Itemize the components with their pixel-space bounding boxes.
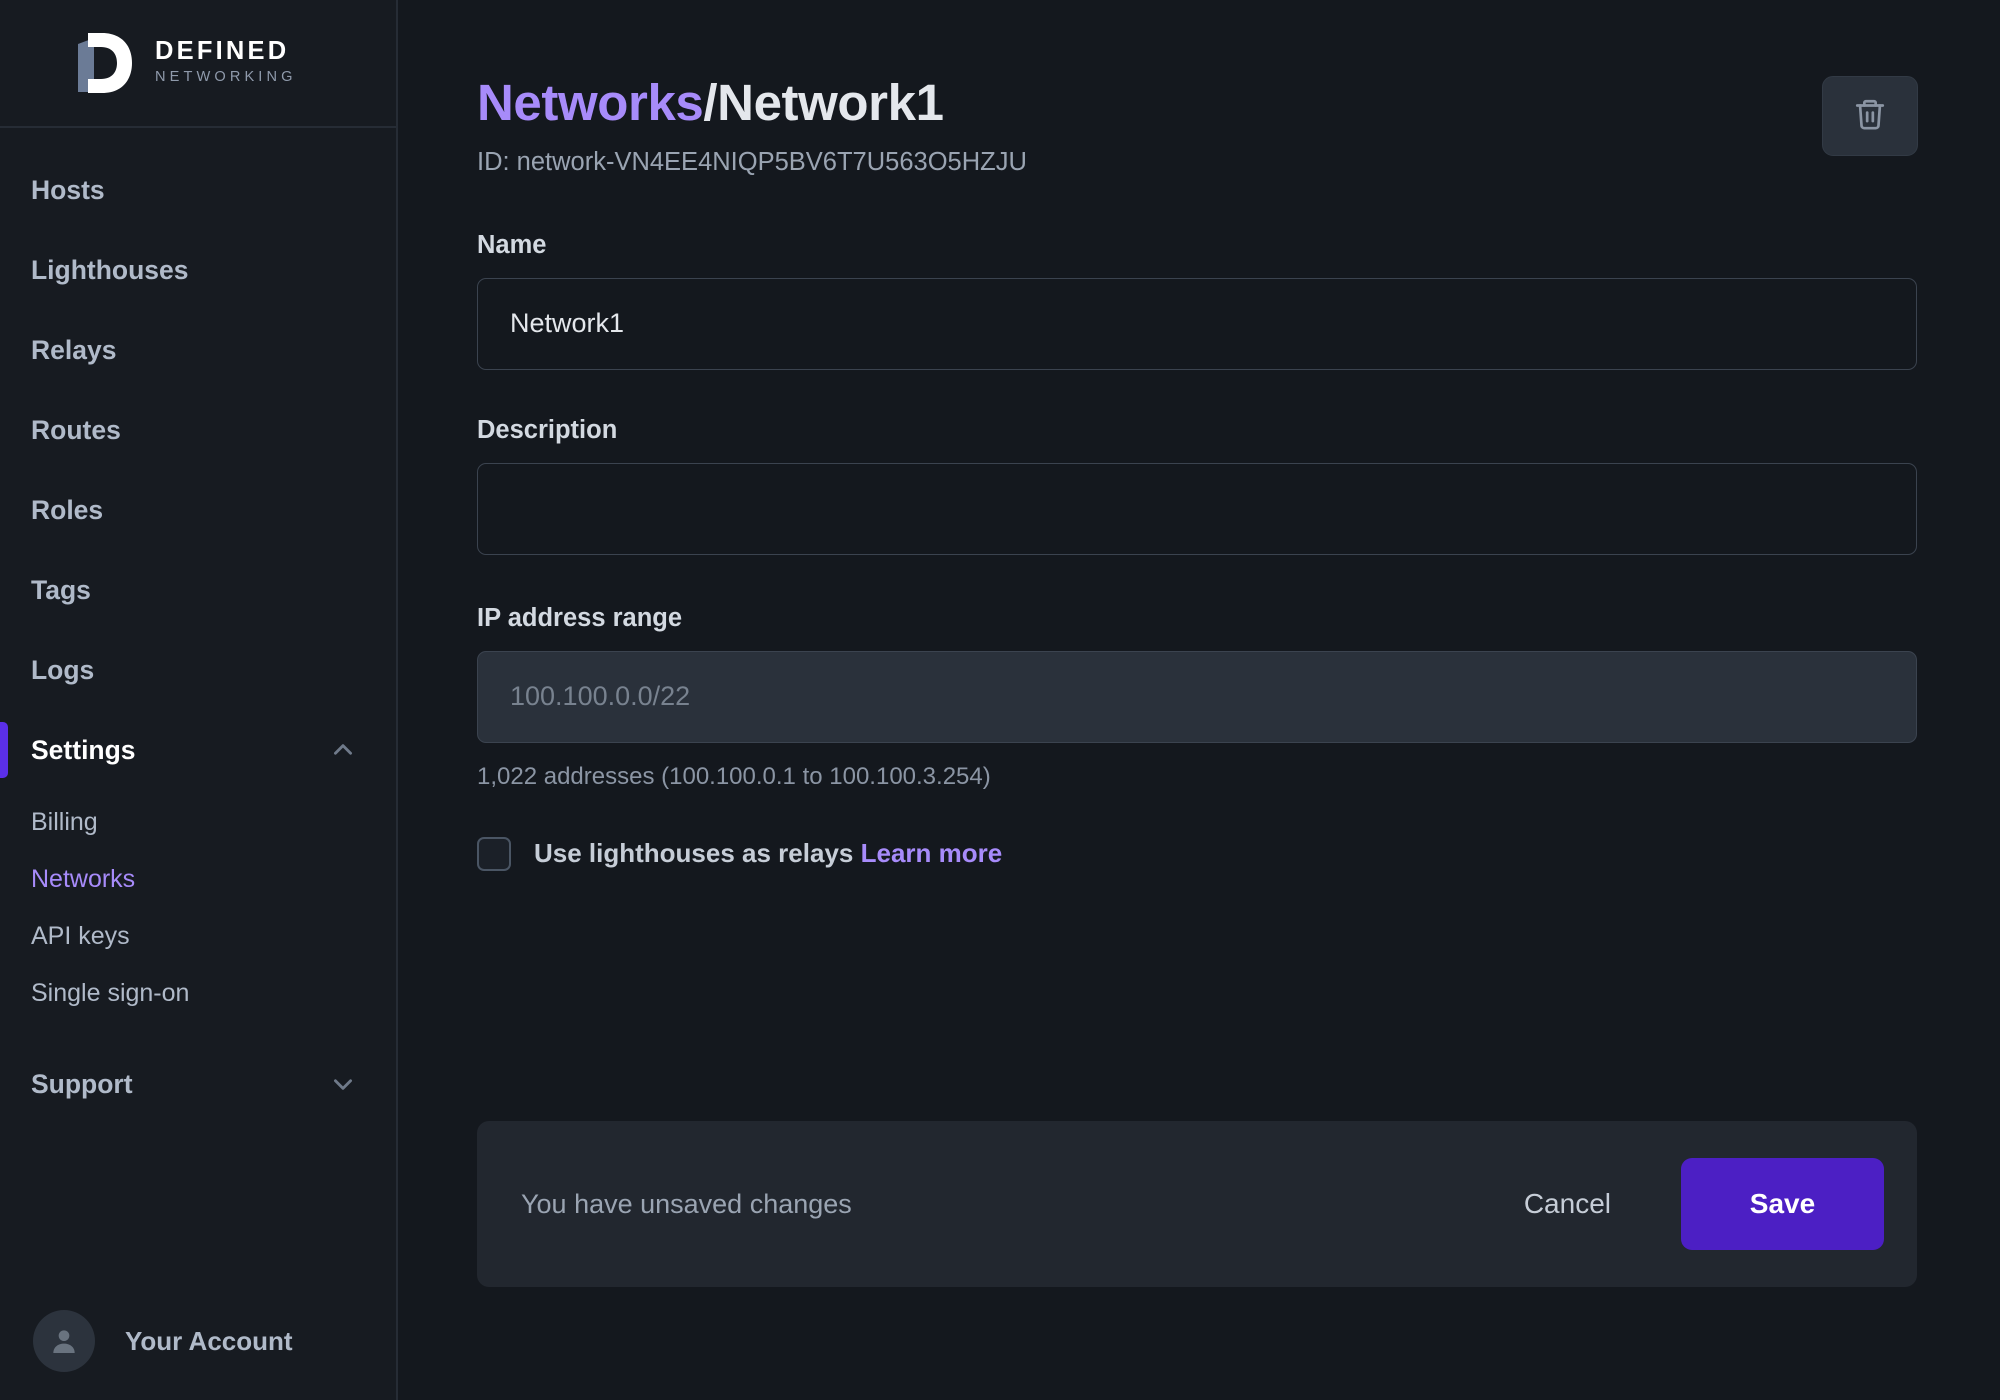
- sidebar-item-label: Lighthouses: [31, 254, 189, 285]
- sidebar-item-label: Tags: [31, 574, 91, 605]
- sidebar-item-label: Logs: [31, 654, 95, 685]
- brand-line-2: NETWORKING: [155, 68, 297, 85]
- delete-network-button[interactable]: [1822, 76, 1918, 156]
- sidebar: DEFINED NETWORKING Hosts Lighthouses Rel…: [0, 0, 398, 1400]
- page-header: Networks/Network1 ID: network-VN4EE4NIQP…: [477, 76, 1918, 177]
- account-label: Your Account: [125, 1325, 293, 1356]
- use-lighthouses-as-relays-checkbox[interactable]: [477, 836, 511, 871]
- ip-range-help-text: 1,022 addresses (100.100.0.1 to 100.100.…: [477, 762, 991, 790]
- breadcrumb-separator: /: [703, 74, 718, 131]
- learn-more-link[interactable]: Learn more: [861, 838, 1003, 868]
- sidebar-item-label: Relays: [31, 334, 117, 365]
- brand-line-1: DEFINED: [155, 37, 290, 66]
- sidebar-item-roles[interactable]: Roles: [0, 470, 396, 550]
- sidebar-item-routes[interactable]: Routes: [0, 390, 396, 470]
- sidebar-item-lighthouses[interactable]: Lighthouses: [0, 230, 396, 310]
- network-settings-form: Name Description IP address range 1,022 …: [477, 231, 1918, 871]
- save-button[interactable]: Save: [1681, 1158, 1884, 1250]
- main-content: Networks/Network1 ID: network-VN4EE4NIQP…: [398, 0, 2000, 1400]
- name-input[interactable]: [477, 277, 1917, 370]
- sidebar-item-support[interactable]: Support: [0, 1044, 396, 1124]
- settings-subnav: Billing Networks API keys Single sign-on: [0, 790, 396, 1022]
- sidebar-item-billing[interactable]: Billing: [0, 794, 396, 851]
- sidebar-item-label: Settings: [31, 734, 136, 765]
- unsaved-changes-message: You have unsaved changes: [521, 1188, 852, 1219]
- lighthouse-relays-row: Use lighthouses as relays Learn more: [477, 836, 1918, 871]
- page-header-text: Networks/Network1 ID: network-VN4EE4NIQP…: [477, 76, 1027, 177]
- sidebar-subitem-label: Billing: [31, 808, 98, 836]
- lighthouse-relays-text: Use lighthouses as relays: [534, 838, 854, 869]
- name-field-group: Name: [477, 231, 1918, 370]
- brand-logo[interactable]: DEFINED NETWORKING: [0, 0, 396, 128]
- cancel-button[interactable]: Cancel: [1498, 1188, 1637, 1220]
- app-root: DEFINED NETWORKING Hosts Lighthouses Rel…: [0, 0, 2000, 1400]
- unsaved-changes-bar: You have unsaved changes Cancel Save: [477, 1121, 1917, 1287]
- primary-nav: Hosts Lighthouses Relays Routes Roles Ta…: [0, 128, 396, 1124]
- sidebar-item-label: Routes: [31, 414, 121, 445]
- trash-icon: [1853, 97, 1887, 136]
- page-title: Networks/Network1: [477, 76, 1027, 130]
- sidebar-item-label: Support: [31, 1068, 133, 1099]
- ip-range-label: IP address range: [477, 603, 683, 632]
- breadcrumb-parent-link[interactable]: Networks: [477, 74, 704, 131]
- defined-networking-d-logo-icon: [72, 30, 136, 96]
- sidebar-subitem-label: Networks: [31, 865, 136, 893]
- sidebar-item-label: Roles: [31, 494, 104, 525]
- chevron-up-icon[interactable]: [330, 737, 356, 763]
- sidebar-item-label: Hosts: [31, 174, 105, 205]
- sidebar-item-networks[interactable]: Networks: [0, 851, 396, 908]
- user-avatar-icon: [33, 1310, 95, 1372]
- sidebar-item-tags[interactable]: Tags: [0, 550, 396, 630]
- sidebar-subitem-label: Single sign-on: [31, 979, 190, 1007]
- sidebar-subitem-label: API keys: [31, 922, 130, 950]
- sidebar-item-settings[interactable]: Settings: [0, 710, 396, 790]
- sidebar-item-logs[interactable]: Logs: [0, 630, 396, 710]
- description-input[interactable]: [477, 462, 1917, 555]
- network-id-text: ID: network-VN4EE4NIQP5BV6T7U563O5HZJU: [477, 147, 1027, 176]
- lighthouse-relays-label: Use lighthouses as relays Learn more: [534, 838, 1002, 869]
- savebar-actions: Cancel Save: [1498, 1158, 1884, 1250]
- sidebar-item-relays[interactable]: Relays: [0, 310, 396, 390]
- sidebar-item-single-sign-on[interactable]: Single sign-on: [0, 965, 396, 1022]
- ip-range-input: [477, 650, 1917, 743]
- sidebar-item-api-keys[interactable]: API keys: [0, 908, 396, 965]
- chevron-down-icon[interactable]: [330, 1071, 356, 1097]
- account-button[interactable]: Your Account: [0, 1282, 396, 1400]
- name-label: Name: [477, 230, 547, 259]
- description-label: Description: [477, 415, 618, 444]
- description-field-group: Description: [477, 416, 1918, 560]
- ip-range-field-group: IP address range 1,022 addresses (100.10…: [477, 604, 1918, 791]
- brand-wordmark: DEFINED NETWORKING: [155, 38, 297, 87]
- breadcrumb-current: Network1: [717, 74, 944, 131]
- sidebar-item-hosts[interactable]: Hosts: [0, 150, 396, 230]
